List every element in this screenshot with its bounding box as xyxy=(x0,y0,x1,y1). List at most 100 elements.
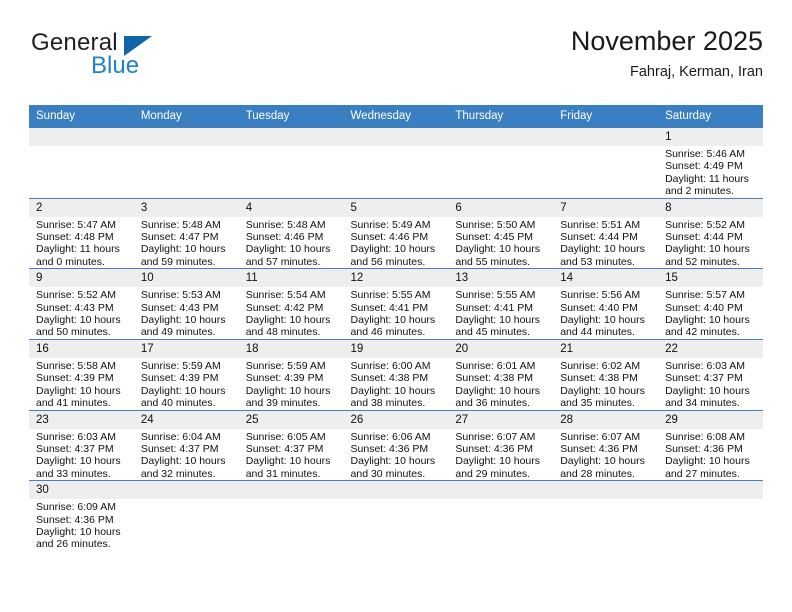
weekday-header-friday: Friday xyxy=(553,105,659,128)
day-number xyxy=(343,481,449,500)
sunrise-time: Sunrise: 5:57 AM xyxy=(665,289,746,302)
day-sun-info: Sunrise: 6:07 AM Sunset: 4:36 PM Daylight:… xyxy=(553,429,658,481)
sunrise-time: Sunrise: 5:53 AM xyxy=(140,289,221,302)
calendar-empty-cell xyxy=(343,127,449,199)
daylight-duration-line2: and 55 minutes. xyxy=(455,255,531,268)
calendar-day-cell[interactable]: 24 Sunrise: 6:04 AM Sunset: 4:37 PM Dayligh… xyxy=(133,409,239,481)
day-sun-info: Sunrise: 5:52 AM Sunset: 4:43 PM Daylight:… xyxy=(29,287,134,339)
sunset-time: Sunset: 4:44 PM xyxy=(665,231,743,244)
calendar-day-cell[interactable]: 14 Sunrise: 5:56 AM Sunset: 4:40 PM Dayligh… xyxy=(553,268,659,340)
sunset-time: Sunset: 4:37 PM xyxy=(665,372,743,385)
weekday-header-tuesday: Tuesday xyxy=(238,105,344,128)
day-sun-info: Sunrise: 5:48 AM Sunset: 4:46 PM Daylight:… xyxy=(239,217,344,269)
calendar-day-cell[interactable]: 12 Sunrise: 5:55 AM Sunset: 4:41 PM Dayligh… xyxy=(343,268,449,340)
calendar-day-cell[interactable]: 30 Sunrise: 6:09 AM Sunset: 4:36 PM Dayligh… xyxy=(29,480,134,551)
sunset-time: Sunset: 4:36 PM xyxy=(665,442,743,455)
calendar-day-cell[interactable]: 22 Sunrise: 6:03 AM Sunset: 4:37 PM Dayligh… xyxy=(658,338,763,410)
daylight-duration-line2: and 42 minutes. xyxy=(665,326,740,339)
calendar-day-cell[interactable]: 21 Sunrise: 6:02 AM Sunset: 4:38 PM Dayligh… xyxy=(553,338,659,410)
day-number: 6 xyxy=(448,199,554,217)
sunset-time: Sunset: 4:49 PM xyxy=(665,160,743,173)
daylight-duration-line1: Daylight: 10 hours xyxy=(245,384,331,397)
calendar-day-cell[interactable]: 4 Sunrise: 5:48 AM Sunset: 4:46 PM Daylight… xyxy=(238,197,344,269)
calendar-day-cell[interactable]: 18 Sunrise: 5:59 AM Sunset: 4:39 PM Dayligh… xyxy=(238,338,344,410)
day-sun-info: Sunrise: 6:04 AM Sunset: 4:37 PM Daylight:… xyxy=(134,429,239,481)
page-subtitle: Fahraj, Kerman, Iran xyxy=(630,64,763,80)
sunrise-time: Sunrise: 6:07 AM xyxy=(560,430,641,443)
day-number: 17 xyxy=(133,340,239,358)
calendar-day-cell[interactable]: 1 Sunrise: 5:46 AM Sunset: 4:49 PM Daylight… xyxy=(658,127,763,199)
calendar-day-cell[interactable]: 28 Sunrise: 6:07 AM Sunset: 4:36 PM Dayligh… xyxy=(553,409,659,481)
sunrise-time: Sunrise: 5:58 AM xyxy=(36,359,116,372)
sunrise-time: Sunrise: 5:55 AM xyxy=(455,289,536,302)
calendar-day-cell[interactable]: 9 Sunrise: 5:52 AM Sunset: 4:43 PM Daylight… xyxy=(29,268,134,340)
calendar-day-cell[interactable]: 8 Sunrise: 5:52 AM Sunset: 4:44 PM Daylight… xyxy=(658,197,763,269)
calendar-empty-cell xyxy=(448,480,554,551)
calendar-day-cell[interactable]: 2 Sunrise: 5:47 AM Sunset: 4:48 PM Daylight… xyxy=(29,197,134,269)
brand-logo[interactable]: General Blue xyxy=(29,28,289,88)
calendar-day-cell[interactable]: 6 Sunrise: 5:50 AM Sunset: 4:45 PM Daylight… xyxy=(448,197,554,269)
sunrise-time: Sunrise: 5:54 AM xyxy=(245,289,326,302)
brand-name-blue: Blue xyxy=(91,52,140,79)
daylight-duration-line2: and 2 minutes. xyxy=(665,185,734,198)
day-number: 28 xyxy=(553,410,659,429)
calendar-day-cell[interactable]: 27 Sunrise: 6:07 AM Sunset: 4:36 PM Dayligh… xyxy=(448,409,554,481)
day-sun-info: Sunrise: 5:52 AM Sunset: 4:44 PM Daylight:… xyxy=(658,217,763,269)
sunrise-time: Sunrise: 5:52 AM xyxy=(36,289,116,302)
day-number: 15 xyxy=(658,269,763,288)
daylight-duration-line2: and 44 minutes. xyxy=(560,326,635,339)
calendar-day-cell[interactable]: 29 Sunrise: 6:08 AM Sunset: 4:36 PM Dayligh… xyxy=(658,409,763,481)
calendar-day-cell[interactable]: 19 Sunrise: 6:00 AM Sunset: 4:38 PM Dayligh… xyxy=(343,338,449,410)
day-sun-info: Sunrise: 5:55 AM Sunset: 4:41 PM Daylight:… xyxy=(344,287,449,339)
weekday-header-wednesday: Wednesday xyxy=(343,105,449,128)
calendar-day-cell[interactable]: 15 Sunrise: 5:57 AM Sunset: 4:40 PM Dayligh… xyxy=(658,268,763,340)
calendar-week-row: 9 Sunrise: 5:52 AM Sunset: 4:43 PM Daylight… xyxy=(29,268,763,340)
daylight-duration-line1: Daylight: 10 hours xyxy=(560,243,645,256)
daylight-duration-line1: Daylight: 10 hours xyxy=(665,384,750,397)
sunrise-time: Sunrise: 5:55 AM xyxy=(350,289,431,302)
daylight-duration-line2: and 34 minutes. xyxy=(665,397,740,410)
calendar-day-cell[interactable]: 23 Sunrise: 6:03 AM Sunset: 4:37 PM Dayligh… xyxy=(29,409,134,481)
sunset-time: Sunset: 4:47 PM xyxy=(140,231,219,244)
daylight-duration-line1: Daylight: 10 hours xyxy=(36,314,121,327)
calendar-empty-cell xyxy=(658,480,763,551)
daylight-duration-line1: Daylight: 11 hours xyxy=(36,243,120,256)
daylight-duration-line2: and 49 minutes. xyxy=(140,326,216,339)
calendar-day-cell[interactable]: 17 Sunrise: 5:59 AM Sunset: 4:39 PM Dayligh… xyxy=(133,338,239,410)
day-sun-info: Sunrise: 6:08 AM Sunset: 4:36 PM Daylight:… xyxy=(658,429,763,481)
calendar-day-cell[interactable]: 10 Sunrise: 5:53 AM Sunset: 4:43 PM Dayligh… xyxy=(133,268,239,340)
sunrise-time: Sunrise: 6:03 AM xyxy=(36,430,116,443)
daylight-duration-line1: Daylight: 10 hours xyxy=(350,455,436,468)
day-sun-info: Sunrise: 6:02 AM Sunset: 4:38 PM Daylight:… xyxy=(553,358,658,410)
calendar-day-cell[interactable]: 11 Sunrise: 5:54 AM Sunset: 4:42 PM Dayligh… xyxy=(238,268,344,340)
sunset-time: Sunset: 4:39 PM xyxy=(140,372,219,385)
weekday-header-thursday: Thursday xyxy=(448,105,554,128)
sunrise-time: Sunrise: 5:49 AM xyxy=(350,218,431,231)
calendar-day-cell[interactable]: 7 Sunrise: 5:51 AM Sunset: 4:44 PM Daylight… xyxy=(553,197,659,269)
day-number: 20 xyxy=(448,340,554,358)
calendar-week-row: 30 Sunrise: 6:09 AM Sunset: 4:36 PM Dayligh… xyxy=(29,480,763,551)
daylight-duration-line1: Daylight: 10 hours xyxy=(140,455,226,468)
calendar-day-cell[interactable]: 13 Sunrise: 5:55 AM Sunset: 4:41 PM Dayligh… xyxy=(448,268,554,340)
calendar-day-cell[interactable]: 20 Sunrise: 6:01 AM Sunset: 4:38 PM Dayligh… xyxy=(448,338,554,410)
daylight-duration-line1: Daylight: 10 hours xyxy=(455,314,541,327)
day-sun-info: Sunrise: 5:56 AM Sunset: 4:40 PM Daylight:… xyxy=(553,287,658,339)
calendar-day-cell[interactable]: 3 Sunrise: 5:48 AM Sunset: 4:47 PM Daylight… xyxy=(133,197,239,269)
sunset-time: Sunset: 4:37 PM xyxy=(36,442,114,455)
day-number xyxy=(343,128,449,146)
day-number: 26 xyxy=(343,410,449,429)
calendar-day-cell[interactable]: 26 Sunrise: 6:06 AM Sunset: 4:36 PM Dayligh… xyxy=(343,409,449,481)
calendar-day-cell[interactable]: 16 Sunrise: 5:58 AM Sunset: 4:39 PM Dayligh… xyxy=(29,338,134,410)
sunset-time: Sunset: 4:39 PM xyxy=(36,372,114,385)
daylight-duration-line2: and 32 minutes. xyxy=(140,467,216,480)
day-number xyxy=(553,128,659,146)
calendar-day-cell[interactable]: 25 Sunrise: 6:05 AM Sunset: 4:37 PM Dayligh… xyxy=(238,409,344,481)
calendar-day-cell[interactable]: 5 Sunrise: 5:49 AM Sunset: 4:46 PM Daylight… xyxy=(343,197,449,269)
daylight-duration-line1: Daylight: 10 hours xyxy=(140,314,226,327)
day-number xyxy=(448,481,554,500)
sunrise-time: Sunrise: 6:03 AM xyxy=(665,359,746,372)
day-number: 5 xyxy=(343,199,449,217)
daylight-duration-line2: and 28 minutes. xyxy=(560,467,635,480)
day-number: 12 xyxy=(343,269,449,288)
daylight-duration-line2: and 27 minutes. xyxy=(665,467,740,480)
